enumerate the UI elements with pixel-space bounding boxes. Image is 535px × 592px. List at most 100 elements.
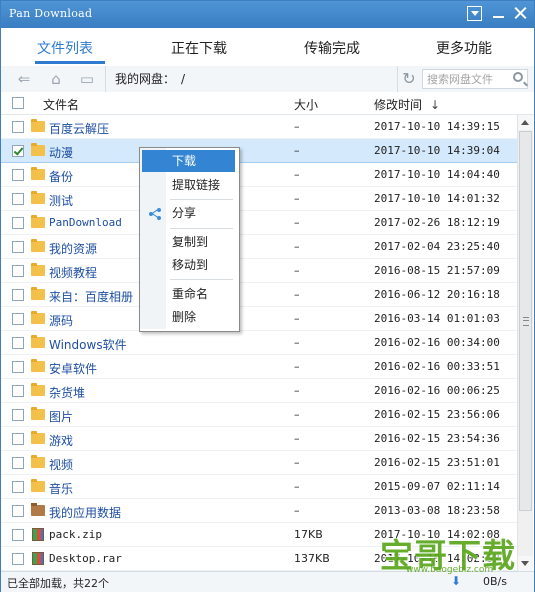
file-name[interactable]: Windows软件 — [49, 336, 127, 353]
search-input[interactable] — [427, 72, 507, 86]
path-value[interactable]: / — [181, 72, 185, 86]
row-checkbox[interactable] — [12, 385, 24, 397]
table-row[interactable]: 备份 – 2017-10-10 14:04:40 — [1, 163, 517, 187]
file-name[interactable]: 杂货堆 — [49, 384, 85, 401]
table-row[interactable]: 杂货堆 – 2016-02-16 00:06:25 — [1, 379, 517, 403]
table-row[interactable]: 源码 – 2016-03-14 01:01:03 — [1, 307, 517, 331]
vertical-scrollbar[interactable] — [517, 115, 533, 571]
file-name[interactable]: pack.zip — [49, 528, 102, 541]
file-name[interactable]: 视频教程 — [49, 264, 97, 281]
menu-item-copy-to[interactable]: 复制到 — [142, 231, 235, 253]
select-all-checkbox[interactable] — [12, 97, 24, 109]
menu-dropdown-icon[interactable] — [467, 6, 482, 21]
file-modified: 2016-02-16 00:06:25 — [374, 384, 500, 397]
file-modified: 2013-03-08 18:23:58 — [374, 504, 500, 517]
column-name[interactable]: 文件名 — [43, 96, 79, 113]
file-name[interactable]: 源码 — [49, 312, 73, 329]
file-name[interactable]: 安卓软件 — [49, 360, 97, 377]
scroll-thumb[interactable] — [519, 131, 532, 511]
app-folder-icon — [31, 503, 45, 516]
menu-item-label: 删除 — [172, 310, 197, 324]
menu-item-move-to[interactable]: 移动到 — [142, 254, 235, 276]
file-modified: 2017-10-10 14:04:40 — [374, 168, 500, 181]
row-checkbox[interactable] — [12, 361, 24, 373]
search-box[interactable] — [422, 69, 528, 89]
row-checkbox[interactable] — [12, 193, 24, 205]
table-row[interactable]: 我的应用数据 – 2013-03-08 18:23:58 — [1, 499, 517, 523]
file-name[interactable]: 图片 — [49, 408, 73, 425]
file-name[interactable]: 音乐 — [49, 480, 73, 497]
table-row[interactable]: 动漫 – 2017-10-10 14:39:04 — [1, 139, 517, 163]
file-size: – — [294, 336, 300, 349]
row-checkbox[interactable] — [12, 121, 24, 133]
table-row[interactable]: Windows软件 – 2016-02-16 00:34:00 — [1, 331, 517, 355]
file-name[interactable]: 我的应用数据 — [49, 504, 121, 521]
menu-item-download[interactable]: 下载 — [142, 150, 235, 172]
row-checkbox[interactable] — [12, 241, 24, 253]
folder-icon — [31, 335, 45, 348]
back-arrow-icon[interactable]: ⇐ — [15, 70, 33, 88]
title-bar[interactable]: Pan Download — [1, 1, 534, 28]
file-size: – — [294, 480, 300, 493]
menu-item-label: 重命名 — [172, 287, 209, 301]
home-icon[interactable]: ⌂ — [47, 70, 65, 88]
file-name[interactable]: 我的资源 — [49, 240, 97, 257]
file-name[interactable]: PanDownload — [49, 216, 122, 229]
column-size[interactable]: 大小 — [294, 96, 318, 113]
minimize-icon[interactable] — [491, 6, 506, 21]
file-name[interactable]: 来自：百度相册 — [49, 288, 133, 305]
scroll-up-icon[interactable] — [518, 115, 533, 130]
file-name[interactable]: 动漫 — [49, 144, 73, 161]
table-row[interactable]: 我的资源 – 2017-02-04 23:25:40 — [1, 235, 517, 259]
file-name[interactable]: 视频 — [49, 456, 73, 473]
menu-item-delete[interactable]: 删除 — [142, 306, 235, 328]
row-checkbox[interactable] — [12, 265, 24, 277]
row-checkbox[interactable] — [12, 553, 24, 565]
menu-item-share[interactable]: 分享 — [142, 202, 235, 224]
row-checkbox[interactable] — [12, 505, 24, 517]
close-icon[interactable] — [513, 6, 528, 21]
tab-file-list[interactable]: 文件列表 — [37, 38, 93, 58]
row-checkbox[interactable] — [12, 313, 24, 325]
row-checkbox[interactable] — [12, 409, 24, 421]
table-row[interactable]: 测试 – 2017-10-10 14:01:32 — [1, 187, 517, 211]
menu-item-rename[interactable]: 重命名 — [142, 283, 235, 305]
row-checkbox[interactable] — [12, 169, 24, 181]
file-name[interactable]: 备份 — [49, 168, 73, 185]
table-row[interactable]: 百度云解压 – 2017-10-10 14:39:15 — [1, 115, 517, 139]
file-name[interactable]: Desktop.rar — [49, 552, 122, 565]
row-checkbox[interactable] — [12, 457, 24, 469]
file-size: – — [294, 432, 300, 445]
menu-item-label: 分享 — [172, 206, 197, 220]
table-row[interactable]: 安卓软件 – 2016-02-16 00:33:51 — [1, 355, 517, 379]
file-size: – — [294, 240, 300, 253]
column-modified[interactable]: 修改时间 ↓ — [374, 96, 440, 113]
table-row[interactable]: 音乐 – 2015-09-07 02:11:14 — [1, 475, 517, 499]
row-checkbox[interactable] — [12, 145, 24, 157]
tab-downloading[interactable]: 正在下载 — [171, 38, 227, 58]
menu-item-extract-link[interactable]: 提取链接 — [142, 174, 235, 196]
folder-up-icon[interactable]: ▭ — [78, 70, 96, 88]
table-row[interactable]: 游戏 – 2016-02-15 23:54:36 — [1, 427, 517, 451]
file-modified: 2016-08-15 21:57:09 — [374, 264, 500, 277]
row-checkbox[interactable] — [12, 433, 24, 445]
row-checkbox[interactable] — [12, 289, 24, 301]
row-checkbox[interactable] — [12, 529, 24, 541]
tab-completed[interactable]: 传输完成 — [304, 38, 360, 58]
row-checkbox[interactable] — [12, 337, 24, 349]
table-row[interactable]: 来自：百度相册 – 2016-06-12 20:16:18 — [1, 283, 517, 307]
row-checkbox[interactable] — [12, 481, 24, 493]
file-name[interactable]: 测试 — [49, 192, 73, 209]
table-row[interactable]: PanDownload – 2017-02-26 18:12:19 — [1, 211, 517, 235]
refresh-icon[interactable]: ↻ — [397, 66, 420, 92]
file-name[interactable]: 百度云解压 — [49, 120, 109, 137]
file-name[interactable]: 游戏 — [49, 432, 73, 449]
table-row[interactable]: 视频教程 – 2016-08-15 21:57:09 — [1, 259, 517, 283]
row-checkbox[interactable] — [12, 217, 24, 229]
folder-icon — [31, 431, 45, 444]
grip-icon — [523, 317, 529, 326]
table-row[interactable]: 视频 – 2016-02-15 23:51:01 — [1, 451, 517, 475]
table-row[interactable]: 图片 – 2016-02-15 23:56:06 — [1, 403, 517, 427]
tab-more-features[interactable]: 更多功能 — [436, 38, 492, 58]
search-icon[interactable] — [513, 72, 523, 82]
